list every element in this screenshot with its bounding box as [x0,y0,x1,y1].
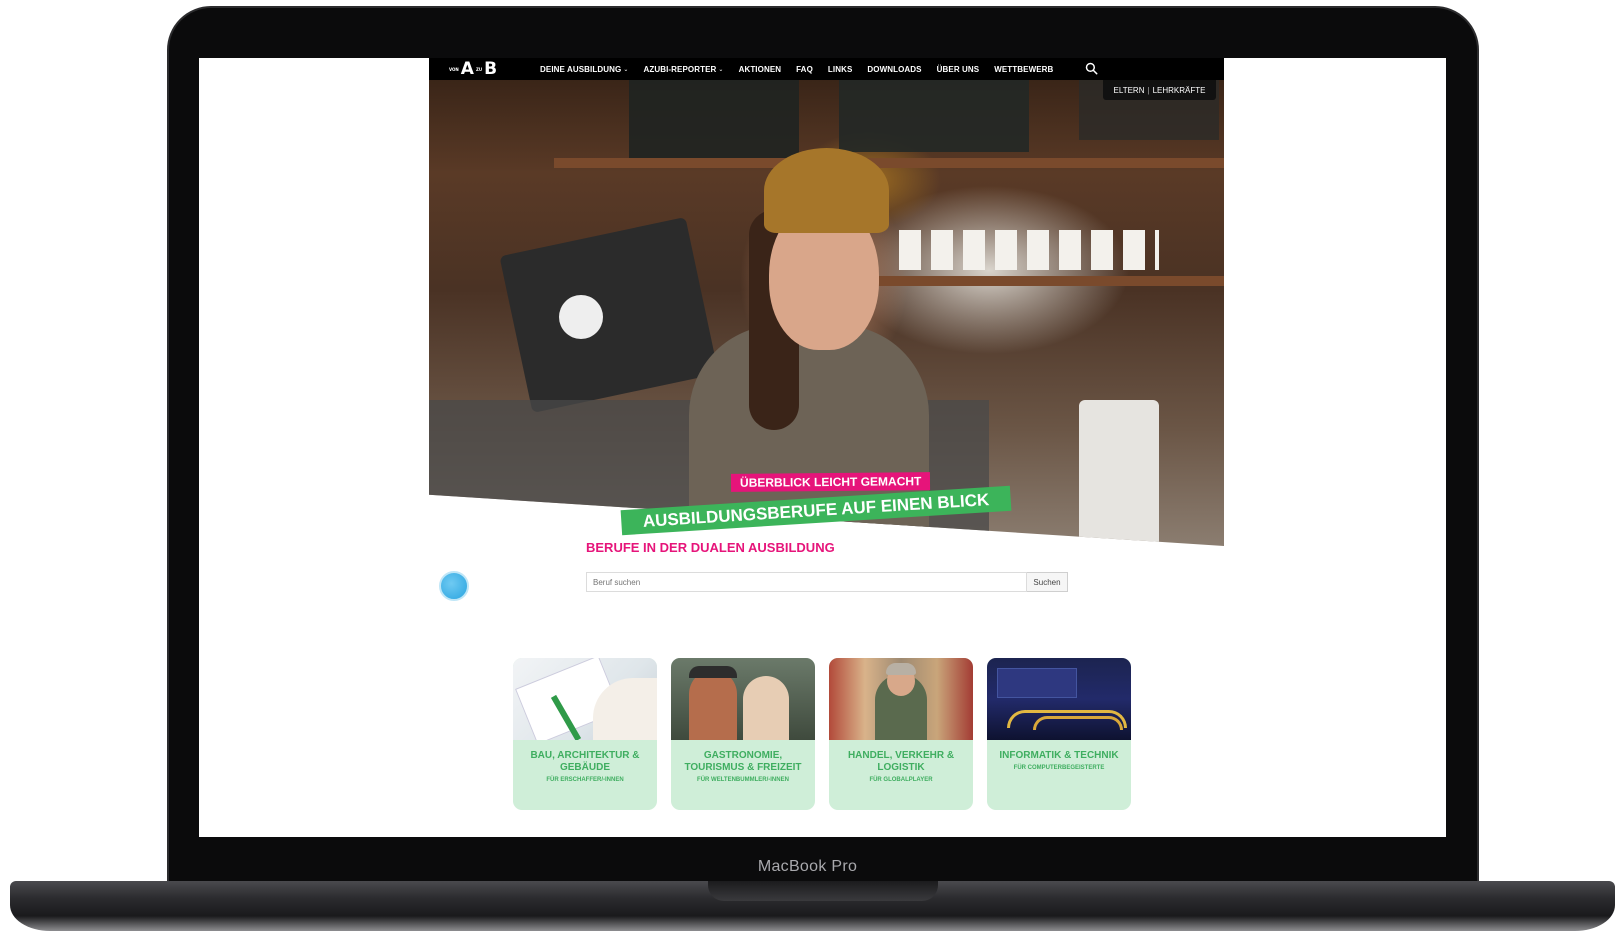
cups [899,230,1159,270]
nav-item-label: FAQ [796,64,813,74]
logo-letter-b: B [484,59,498,79]
category-card-informatik[interactable]: INFORMATIK & TECHNIK FÜR COMPUTERBEGEIST… [987,658,1131,810]
website: VON A ZU B DEINE AUSBILDUNG ⌄ AZUBI-REPO… [429,58,1224,837]
search-icon[interactable] [1085,62,1098,75]
card-text: INFORMATIK & TECHNIK FÜR COMPUTERBEGEIST… [987,740,1131,771]
card-subtitle: FÜR COMPUTERBEGEISTERTE [1013,765,1105,771]
laptop-notch [708,881,938,901]
menu-board [839,80,1029,152]
person [689,670,737,740]
card-text: GASTRONOMIE, TOURISMUS & FREIZEIT FÜR WE… [671,740,815,783]
nav-item-aktionen[interactable]: AKTIONEN [739,65,782,74]
chevron-down-icon: ⌄ [718,66,724,73]
card-subtitle: FÜR WELTENBUMMLER/-INNEN [697,777,789,783]
card-text: HANDEL, VERKEHR & LOGISTIK FÜR GLOBALPLA… [829,740,973,783]
nav-item-faq[interactable]: FAQ [796,65,813,74]
category-cards: BAU, ARCHITEKTUR & GEBÄUDE FÜR ERSCHAFFE… [513,658,1131,810]
nav-item-label: AKTIONEN [738,64,782,74]
barista-beanie [764,148,889,233]
laptop-screen: VON A ZU B DEINE AUSBILDUNG ⌄ AZUBI-REPO… [199,58,1446,837]
card-image [671,658,815,740]
terminal-dial [559,295,603,339]
card-image [513,658,657,740]
logo-mid: ZU [475,66,483,72]
nav-item-label: WETTBEWERB [994,64,1054,74]
nav-item-label: DEINE AUSBILDUNG [540,64,622,74]
cable [1033,716,1123,730]
device-label: MacBook Pro [757,858,858,875]
section-title: BERUFE IN DER DUALEN AUSBILDUNG [586,540,835,555]
card-image [829,658,973,740]
beanie [886,663,916,675]
shelf [554,158,1224,168]
audience-link-teachers[interactable]: LEHRKRÄFTE [1153,86,1206,95]
nav-item-azubi-reporter[interactable]: AZUBI-REPORTER ⌄ [643,65,723,74]
job-search-input[interactable] [586,572,1027,592]
person [743,676,789,740]
card-title: GASTRONOMIE, TOURISMUS & FREIZEIT [684,750,802,773]
cup [1079,400,1159,546]
menu-board [629,80,799,160]
card-subtitle: FÜR GLOBALPLAYER [869,777,933,783]
audience-switch: ELTERN | LEHRKRÄFTE [1103,80,1216,100]
pos-terminal [499,216,719,414]
site-logo[interactable]: VON A ZU B [449,60,497,78]
nav-item-label: DOWNLOADS [867,64,922,74]
server-panel [997,668,1077,698]
chevron-down-icon: ⌄ [623,66,629,73]
nav-item-ueber-uns[interactable]: ÜBER UNS [937,65,980,74]
category-card-handel[interactable]: HANDEL, VERKEHR & LOGISTIK FÜR GLOBALPLA… [829,658,973,810]
card-title: HANDEL, VERKEHR & LOGISTIK [847,750,955,773]
chat-icon[interactable] [439,571,469,601]
nav-item-label: ÜBER UNS [936,64,980,74]
job-search: Suchen [586,572,1068,592]
card-title: BAU, ARCHITEKTUR & GEBÄUDE [530,750,640,773]
category-card-gastronomie[interactable]: GASTRONOMIE, TOURISMUS & FREIZEIT FÜR WE… [671,658,815,810]
card-image [987,658,1131,740]
nav-item-downloads[interactable]: DOWNLOADS [867,65,921,74]
nav-menu: DEINE AUSBILDUNG ⌄ AZUBI-REPORTER ⌄ AKTI… [540,58,1068,80]
card-text: BAU, ARCHITEKTUR & GEBÄUDE FÜR ERSCHAFFE… [513,740,657,783]
logo-letter-a: A [460,59,474,79]
search-button[interactable]: Suchen [1027,572,1068,592]
nav-item-wettbewerb[interactable]: WETTBEWERB [994,65,1053,74]
nav-item-label: AZUBI-REPORTER [643,64,717,74]
cap [689,666,737,678]
nav-item-label: LINKS [827,64,853,74]
audience-separator: | [1147,85,1150,95]
card-subtitle: FÜR ERSCHAFFER/-INNEN [546,777,624,783]
nav-item-links[interactable]: LINKS [828,65,853,74]
logo-prefix: VON [449,66,459,72]
card-title: INFORMATIK & TECHNIK [999,750,1119,761]
category-card-bau[interactable]: BAU, ARCHITEKTUR & GEBÄUDE FÜR ERSCHAFFE… [513,658,657,810]
shelf [879,276,1224,286]
nav-item-deine-ausbildung[interactable]: DEINE AUSBILDUNG ⌄ [540,65,628,74]
audience-link-parents[interactable]: ELTERN [1114,86,1145,95]
hero-kicker: ÜBERBLICK LEICHT GEMACHT [730,472,931,492]
top-navigation: VON A ZU B DEINE AUSBILDUNG ⌄ AZUBI-REPO… [429,58,1224,80]
